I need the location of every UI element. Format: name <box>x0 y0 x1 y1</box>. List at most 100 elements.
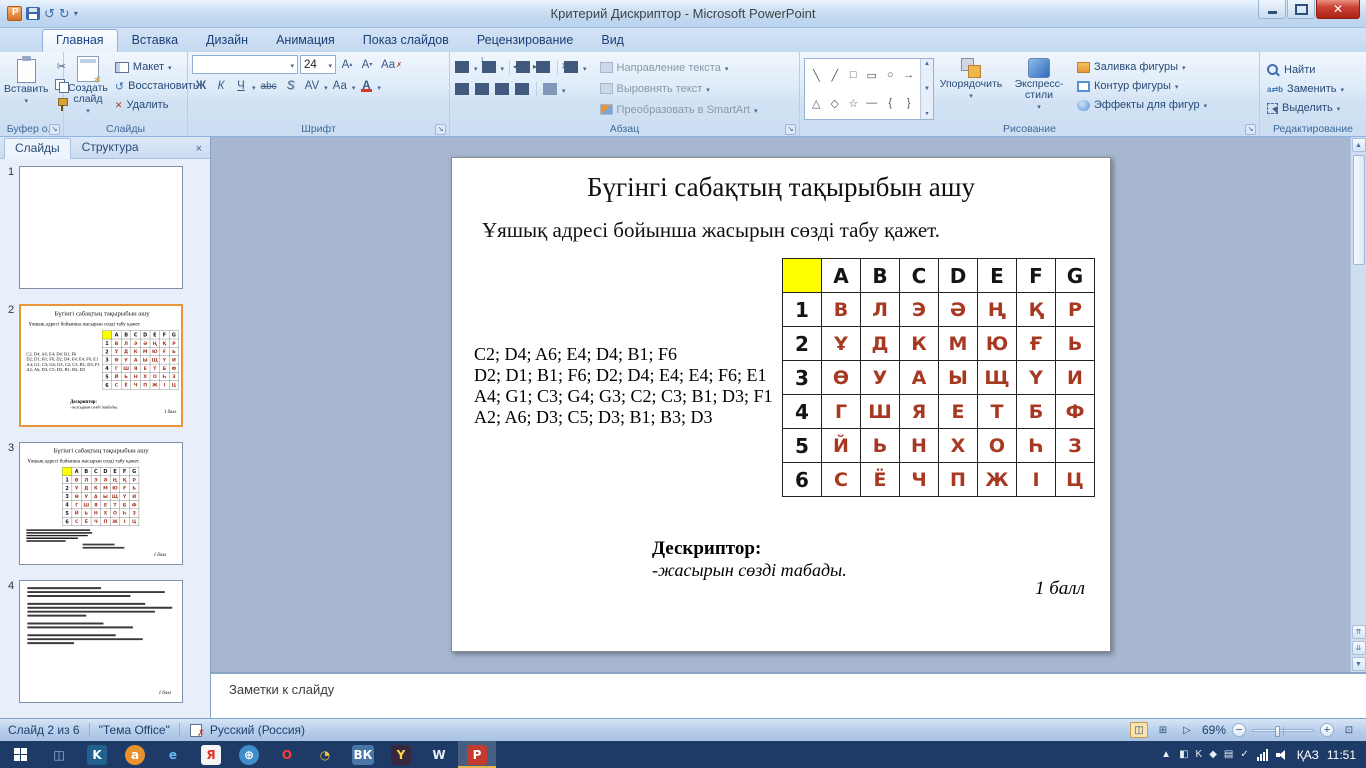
shapes-scroll-up-icon[interactable]: ▲ <box>924 61 930 67</box>
row-header-cell[interactable]: 1 <box>783 293 822 327</box>
bullets-icon[interactable] <box>454 59 471 75</box>
y-app-icon[interactable]: Y <box>382 741 420 768</box>
zoom-in-button[interactable]: + <box>1320 723 1334 737</box>
zoom-slider[interactable] <box>1252 729 1314 732</box>
letter-cell[interactable]: З <box>1056 429 1095 463</box>
tray-battery-icon[interactable]: ▤ <box>1224 749 1233 760</box>
letter-cell[interactable]: Х <box>939 429 978 463</box>
ribbon-tab-6[interactable]: Вид <box>587 29 638 52</box>
letter-cell[interactable]: М <box>939 327 978 361</box>
letter-cell[interactable]: О <box>978 429 1017 463</box>
letter-cell[interactable]: Ф <box>1056 395 1095 429</box>
shape-icon-3[interactable]: ▭ <box>867 69 877 82</box>
font-size-select[interactable]: 24 <box>300 55 336 74</box>
row-header-cell[interactable]: 6 <box>783 463 822 497</box>
zoom-level[interactable]: 69% <box>1202 723 1226 737</box>
text-shadow-button[interactable]: S <box>282 77 300 95</box>
shape-icon-1[interactable]: ╱ <box>831 69 838 82</box>
next-slide-button[interactable]: ⇊ <box>1352 641 1366 655</box>
outline-tab[interactable]: Структура <box>71 137 150 158</box>
letter-cell[interactable]: Ю <box>978 327 1017 361</box>
letter-cell[interactable]: Ү <box>1017 361 1056 395</box>
letter-cell[interactable]: Ң <box>978 293 1017 327</box>
change-case-button[interactable]: Аа <box>330 77 350 95</box>
clear-formatting-button[interactable]: Аа <box>378 56 405 74</box>
slide-sorter-button[interactable]: ⊞ <box>1154 722 1172 738</box>
scrollbar-thumb[interactable] <box>1353 155 1365 265</box>
cell-codes-text[interactable]: C2; D4; A6; E4; D4; B1; F6 D2; D1; B1; F… <box>474 344 773 428</box>
shape-outline-button[interactable]: Контур фигуры <box>1074 77 1210 95</box>
increase-indent-icon[interactable] <box>535 59 552 75</box>
spelling-status-icon[interactable] <box>189 723 204 737</box>
shapes-gallery-scrollbar[interactable]: ▲ ▼ ▾ <box>920 59 933 119</box>
w-app-icon[interactable]: W <box>420 741 458 768</box>
grow-font-button[interactable]: А <box>338 56 356 74</box>
slide-thumbnail-3[interactable]: Бүгінгі сабақтың тақырыбын ашуҰяшық адре… <box>19 442 183 565</box>
shapes-scroll-down-icon[interactable]: ▼ <box>924 86 930 92</box>
letter-cell[interactable]: У <box>861 361 900 395</box>
letter-cell[interactable]: Ц <box>1056 463 1095 497</box>
letter-cell[interactable]: Б <box>1017 395 1056 429</box>
clipboard-dialog-launcher[interactable]: ↘ <box>49 124 60 135</box>
shape-icon-5[interactable]: → <box>903 69 914 81</box>
align-center-icon[interactable] <box>474 81 491 97</box>
row-header-cell[interactable]: 5 <box>783 429 822 463</box>
letter-cell[interactable]: В <box>822 293 861 327</box>
shape-icon-4[interactable]: ○ <box>887 69 894 81</box>
letter-cell[interactable]: Щ <box>978 361 1017 395</box>
ribbon-tab-0[interactable]: Главная <box>42 29 118 52</box>
shape-icon-6[interactable]: △ <box>812 97 820 110</box>
columns-icon[interactable] <box>542 81 559 97</box>
opera-browser-icon[interactable]: O <box>268 741 306 768</box>
close-button[interactable]: ✕ <box>1316 0 1360 19</box>
tray-update-icon[interactable]: ✓ <box>1240 749 1248 760</box>
letter-cell[interactable]: Н <box>900 429 939 463</box>
letter-cell[interactable]: Ұ <box>822 327 861 361</box>
arrange-button[interactable]: Упорядочить <box>938 55 1004 120</box>
slideshow-button[interactable]: ▷ <box>1178 722 1196 738</box>
chrome-browser-icon[interactable]: ◔ <box>306 741 344 768</box>
score-text[interactable]: 1 балл <box>1035 578 1085 600</box>
decrease-indent-icon[interactable] <box>515 59 532 75</box>
row-header-cell[interactable]: 3 <box>783 361 822 395</box>
letter-cell[interactable]: Ь <box>1056 327 1095 361</box>
new-slide-button[interactable]: Создать слайд <box>68 55 108 117</box>
ribbon-tab-1[interactable]: Вставка <box>118 29 192 52</box>
justify-icon[interactable] <box>514 81 531 97</box>
shape-effects-button[interactable]: Эффекты для фигур <box>1074 96 1210 114</box>
audio-app-icon[interactable]: a <box>116 741 154 768</box>
shape-icon-9[interactable]: — <box>866 97 877 109</box>
letter-cell[interactable]: Д <box>861 327 900 361</box>
quick-styles-button[interactable]: Экспресс-стили <box>1008 55 1070 120</box>
letter-cell[interactable]: Я <box>900 395 939 429</box>
letter-cell[interactable]: Қ <box>1017 293 1056 327</box>
line-spacing-icon[interactable] <box>563 59 580 75</box>
globe-browser-icon[interactable]: ⊕ <box>230 741 268 768</box>
letter-cell[interactable]: Е <box>939 395 978 429</box>
column-header-cell[interactable]: D <box>939 259 978 293</box>
hidden-icons-button[interactable]: ▲ <box>1161 749 1171 760</box>
letter-cell[interactable]: Ч <box>900 463 939 497</box>
shapes-gallery[interactable]: ╲╱□▭○→△◇☆—{} ▲ ▼ ▾ <box>804 58 934 120</box>
table-corner-cell[interactable] <box>783 259 822 293</box>
scroll-up-icon[interactable]: ▲ <box>1352 138 1366 152</box>
letter-cell[interactable]: Г <box>822 395 861 429</box>
zoom-out-button[interactable]: − <box>1232 723 1246 737</box>
font-name-select[interactable] <box>192 55 298 74</box>
letter-cell[interactable]: Л <box>861 293 900 327</box>
letter-cell[interactable]: Ж <box>978 463 1017 497</box>
ribbon-tab-3[interactable]: Анимация <box>262 29 349 52</box>
column-header-cell[interactable]: E <box>978 259 1017 293</box>
letter-cell[interactable]: К <box>900 327 939 361</box>
find-button[interactable]: Найти <box>1264 61 1362 79</box>
shrink-font-button[interactable]: А <box>358 56 376 74</box>
shape-icon-2[interactable]: □ <box>850 69 857 81</box>
close-pane-icon[interactable]: × <box>192 143 206 158</box>
character-spacing-button[interactable]: AV <box>302 77 323 95</box>
slide-thumbnail-2[interactable]: Бүгінгі сабақтың тақырыбын ашу Ұяшық адр… <box>19 304 183 427</box>
letter-cell[interactable]: Ғ <box>1017 327 1056 361</box>
letter-cell[interactable]: Һ <box>1017 429 1056 463</box>
vk-app-icon[interactable]: ВК <box>344 741 382 768</box>
tray-antivirus-icon[interactable]: K <box>1196 749 1203 760</box>
column-header-cell[interactable]: B <box>861 259 900 293</box>
